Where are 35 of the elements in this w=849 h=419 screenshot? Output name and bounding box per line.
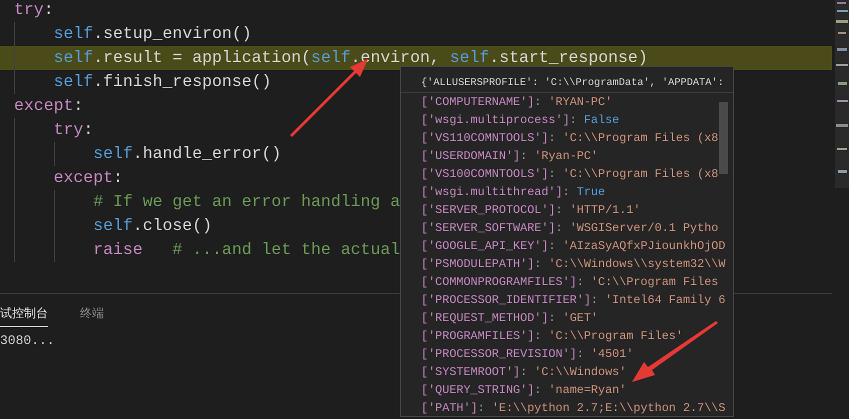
variable-entry[interactable]: ['SERVER_PROTOCOL']: 'HTTP/1.1' <box>421 203 640 217</box>
variable-entry[interactable]: ['PROGRAMFILES']: 'C:\\Program Files' <box>421 329 683 343</box>
variable-entry[interactable]: ['PSMODULEPATH']: 'C:\\Windows\\system32\\W <box>421 257 726 271</box>
panel-tab[interactable]: 试控制台 <box>0 294 48 327</box>
code-line: self.finish_response() <box>54 72 272 91</box>
console-output: 3080... <box>0 332 55 350</box>
code-line: # If we get an error handling a <box>93 192 400 211</box>
variable-entry[interactable]: ['wsgi.multithread']: True <box>421 185 606 199</box>
code-line: except: <box>14 96 84 115</box>
code-line: raise # ...and let the actual <box>93 240 400 259</box>
code-line: self.handle_error() <box>93 144 282 163</box>
variable-entry[interactable]: ['VS100COMNTOOLS']: 'C:\\Program Files (x8 <box>421 167 718 181</box>
variable-entry[interactable]: ['PROCESSOR_IDENTIFIER']: 'Intel64 Family 6 <box>421 293 726 307</box>
variable-entry[interactable]: ['COMMONPROGRAMFILES']: 'C:\\Program Files <box>421 275 718 289</box>
code-line: except: <box>54 168 123 187</box>
panel-tab[interactable]: 终端 <box>80 294 104 327</box>
variable-entry[interactable]: ['COMPUTERNAME']: 'RYAN-PC' <box>421 95 612 109</box>
code-line: self.result = application(self.environ, self.start_response) <box>54 48 648 67</box>
variable-entry[interactable]: ['QUERY_STRING']: 'name=Ryan' <box>421 383 626 397</box>
variable-entry[interactable]: ['GOOGLE_API_KEY']: 'AIzaSyAQfxPJiounkhOjOD <box>421 239 726 253</box>
variable-entry[interactable]: ['VS110COMNTOOLS']: 'C:\\Program Files (x8 <box>421 131 718 145</box>
code-line: try: <box>14 0 54 19</box>
code-line: self.close() <box>93 216 212 235</box>
code-line: self.setup_environ() <box>54 24 252 43</box>
variable-entry[interactable]: ['PATH']: 'E:\\python 2.7;E:\\python 2.7\\S <box>421 401 726 415</box>
variable-entry[interactable]: ['wsgi.multiprocess']: False <box>421 113 620 127</box>
variable-entry[interactable]: ['PROCESSOR_REVISION']: '4501' <box>421 347 634 361</box>
variable-entry[interactable]: ['REQUEST_METHOD']: 'GET' <box>421 311 598 325</box>
minimap[interactable] <box>835 0 849 188</box>
variable-entry[interactable]: ['SERVER_SOFTWARE']: 'WSGIServer/0.1 Pytho <box>421 221 718 235</box>
code-line: try: <box>54 120 94 139</box>
variable-entry[interactable]: ['SYSTEMROOT']: 'C:\\Windows' <box>421 365 626 379</box>
tooltip-header: {'ALLUSERSPROFILE': 'C:\\ProgramData', 'APPDATA': <box>421 77 724 89</box>
variable-entry[interactable]: ['USERDOMAIN']: 'Ryan-PC' <box>421 149 598 163</box>
scrollbar-thumb[interactable] <box>719 102 728 174</box>
